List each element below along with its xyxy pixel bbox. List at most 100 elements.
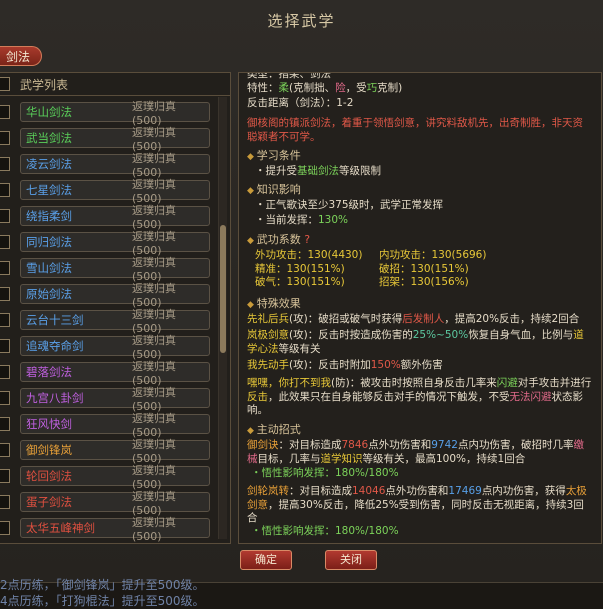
confirm-button[interactable]: 确定 xyxy=(240,550,292,570)
skill-list-item[interactable]: 凌云剑法 返璞归真 (500) xyxy=(0,151,216,179)
skill-list-item[interactable]: 碧落剑法 返璞归真 (500) xyxy=(0,359,216,387)
skill-entry[interactable]: 太华五峰神剑 返璞归真 (500) xyxy=(20,516,210,543)
skill-entry[interactable]: 绕指柔剑 返璞归真 (500) xyxy=(20,204,210,231)
skill-entry[interactable]: 原始剑法 返璞归真 (500) xyxy=(20,282,210,309)
skill-checkbox[interactable] xyxy=(0,339,10,353)
skill-rank: 返璞归真 (500) xyxy=(131,125,176,153)
trait-line: 特性：柔(克制拙、险，受巧克制) xyxy=(247,82,403,94)
skill-checkbox[interactable] xyxy=(0,391,10,405)
skill-rank: 返璞归真 (500) xyxy=(131,177,176,205)
skill-name: 太华五峰神剑 xyxy=(26,521,95,535)
skill-rank: 返璞归真 (500) xyxy=(131,515,176,543)
skill-checkbox[interactable] xyxy=(0,365,10,379)
skill-list-scrollbar[interactable] xyxy=(218,97,227,539)
skill-entry[interactable]: 华山剑法 返璞归真 (500) xyxy=(20,100,210,127)
skill-entry[interactable]: 御剑锋岚 返璞归真 (500) xyxy=(20,438,210,465)
log-line: 2点历练，「御剑锋岚」提升至500级。 xyxy=(0,578,205,592)
coefficient-title: 武功系数 ? xyxy=(247,233,593,249)
help-icon[interactable]: ? xyxy=(304,233,310,246)
special-effects-title: 特殊效果 xyxy=(247,297,593,313)
skill-rank: 返璞归真 (500) xyxy=(131,359,176,387)
special-effect-4: 嘿嘿，你打不到我(防)：被攻击时按照自身反击几率来闪避对手攻击并进行反击，此效果… xyxy=(247,377,592,416)
skill-list-item[interactable]: 追魂夺命剑 返璞归真 (500) xyxy=(0,333,216,361)
skill-list-item[interactable]: 轮回剑法 返璞归真 (500) xyxy=(0,463,216,491)
skill-list-item[interactable]: 御剑锋岚 返璞归真 (500) xyxy=(0,437,216,465)
skill-list-item[interactable]: 同归剑法 返璞归真 (500) xyxy=(0,229,216,257)
skill-name: 蛋子剑法 xyxy=(26,495,72,509)
skill-checkbox[interactable] xyxy=(0,157,10,171)
skill-checkbox[interactable] xyxy=(0,209,10,223)
skill-checkbox[interactable] xyxy=(0,313,10,327)
skill-entry[interactable]: 凌云剑法 返璞归真 (500) xyxy=(20,152,210,179)
skill-list-item[interactable]: 狂风快剑 返璞归真 (500) xyxy=(0,411,216,439)
skill-list: 华山剑法 返璞归真 (500) 武当剑法 返璞归真 (500) 凌云剑法 返璞归真 (50… xyxy=(0,99,216,543)
coef-item: 破气：130(151%) xyxy=(255,276,345,288)
coef-item: 招架：130(156%) xyxy=(379,276,469,288)
special-effect-3: 我先动手(攻)：反击时附加150%额外伤害 xyxy=(247,359,443,371)
skill-description: 御核阁的镇派剑法，着重于领悟剑意，讲究料敌机先，出奇制胜，非天资聪颖者不可学。 xyxy=(247,117,583,143)
skill-entry[interactable]: 雪山剑法 返璞归真 (500) xyxy=(20,256,210,283)
skill-rank: 返璞归真 (500) xyxy=(131,307,176,335)
skill-name: 御剑锋岚 xyxy=(26,443,72,457)
close-button[interactable]: 关闭 xyxy=(325,550,377,570)
skill-checkbox[interactable] xyxy=(0,417,10,431)
log-line: 4点历练，「打狗棍法」提升至500级。 xyxy=(0,594,205,608)
skill-list-item[interactable]: 太华五峰神剑 返璞归真 (500) xyxy=(0,515,216,543)
learn-condition: ・提升受基础剑法等级限制 xyxy=(255,165,381,177)
skill-rank: 返璞归真 (500) xyxy=(131,255,176,283)
active-move-2-insight: ・悟性影响发挥：180%/180% xyxy=(251,525,399,537)
skill-list-item[interactable]: 九宫八卦剑 返璞归真 (500) xyxy=(0,385,216,413)
skill-list-item[interactable]: 七星剑法 返璞归真 (500) xyxy=(0,177,216,205)
skill-list-item[interactable]: 雪山剑法 返璞归真 (500) xyxy=(0,255,216,283)
skill-name: 云台十三剑 xyxy=(26,313,84,327)
special-effect-1: 先礼后兵(攻)：破招或破气时获得后发制人，提高20%反击，持续2回合 xyxy=(247,313,580,325)
active-move-1-insight: ・悟性影响发挥：180%/180% xyxy=(251,467,399,479)
active-move-1: 御剑诀：对目标造成7846点外功伤害和9742点内功伤害，破招时几率缴械目标，几… xyxy=(247,439,584,465)
tab-sword[interactable]: 剑法 xyxy=(0,46,42,66)
counter-range: 反击距离（剑法）：1-2 xyxy=(247,97,354,109)
skill-entry[interactable]: 云台十三剑 返璞归真 (500) xyxy=(20,308,210,335)
coef-item: 外功攻击：130(4430) xyxy=(255,249,363,261)
skill-list-item[interactable]: 绕指柔剑 返璞归真 (500) xyxy=(0,203,216,231)
skill-entry[interactable]: 七星剑法 返璞归真 (500) xyxy=(20,178,210,205)
skill-checkbox[interactable] xyxy=(0,131,10,145)
skill-checkbox[interactable] xyxy=(0,183,10,197)
skill-list-title: 武学列表 xyxy=(20,77,69,92)
skill-checkbox[interactable] xyxy=(0,469,10,483)
active-move-2: 剑轮岚转：对目标造成14046点外功伤害和17469点内功伤害，获得太极剑意，提… xyxy=(247,485,587,524)
skill-checkbox[interactable] xyxy=(0,235,10,249)
skill-name: 武当剑法 xyxy=(26,131,72,145)
skill-rank: 返璞归真 (500) xyxy=(131,333,176,361)
skill-entry[interactable]: 追魂夺命剑 返璞归真 (500) xyxy=(20,334,210,361)
select-all-checkbox[interactable] xyxy=(0,77,10,91)
learn-conditions-title: 学习条件 xyxy=(247,149,593,165)
active-moves-title: 主动招式 xyxy=(247,423,593,439)
skill-list-item[interactable]: 华山剑法 返璞归真 (500) xyxy=(0,99,216,127)
skill-name: 九宫八卦剑 xyxy=(26,391,84,405)
skill-list-item[interactable]: 云台十三剑 返璞归真 (500) xyxy=(0,307,216,335)
skill-entry[interactable]: 同归剑法 返璞归真 (500) xyxy=(20,230,210,257)
skill-checkbox[interactable] xyxy=(0,261,10,275)
coef-item: 精准：130(151%) xyxy=(255,262,345,275)
skill-entry[interactable]: 蛋子剑法 返璞归真 (500) xyxy=(20,490,210,517)
skill-entry[interactable]: 九宫八卦剑 返璞归真 (500) xyxy=(20,386,210,413)
skill-entry[interactable]: 碧落剑法 返璞归真 (500) xyxy=(20,360,210,387)
skill-name: 七星剑法 xyxy=(26,183,72,197)
skill-checkbox[interactable] xyxy=(0,443,10,457)
skill-rank: 返璞归真 (500) xyxy=(131,203,176,231)
skill-entry[interactable]: 轮回剑法 返璞归真 (500) xyxy=(20,464,210,491)
skill-checkbox[interactable] xyxy=(0,105,10,119)
knowledge-line-1: ・正气歌诀至少375级时，武学正常发挥 xyxy=(255,199,444,211)
skill-list-item[interactable]: 蛋子剑法 返璞归真 (500) xyxy=(0,489,216,517)
skill-checkbox[interactable] xyxy=(0,521,10,535)
scrollbar-thumb[interactable] xyxy=(220,225,226,353)
skill-entry[interactable]: 武当剑法 返璞归真 (500) xyxy=(20,126,210,153)
skill-entry[interactable]: 狂风快剑 返璞归真 (500) xyxy=(20,412,210,439)
knowledge-title: 知识影响 xyxy=(247,183,593,199)
skill-rank: 返璞归真 (500) xyxy=(131,411,176,439)
skill-list-item[interactable]: 原始剑法 返璞归真 (500) xyxy=(0,281,216,309)
skill-list-item[interactable]: 武当剑法 返璞归真 (500) xyxy=(0,125,216,153)
skill-checkbox[interactable] xyxy=(0,287,10,301)
skill-name: 追魂夺命剑 xyxy=(26,339,84,353)
skill-checkbox[interactable] xyxy=(0,495,10,509)
